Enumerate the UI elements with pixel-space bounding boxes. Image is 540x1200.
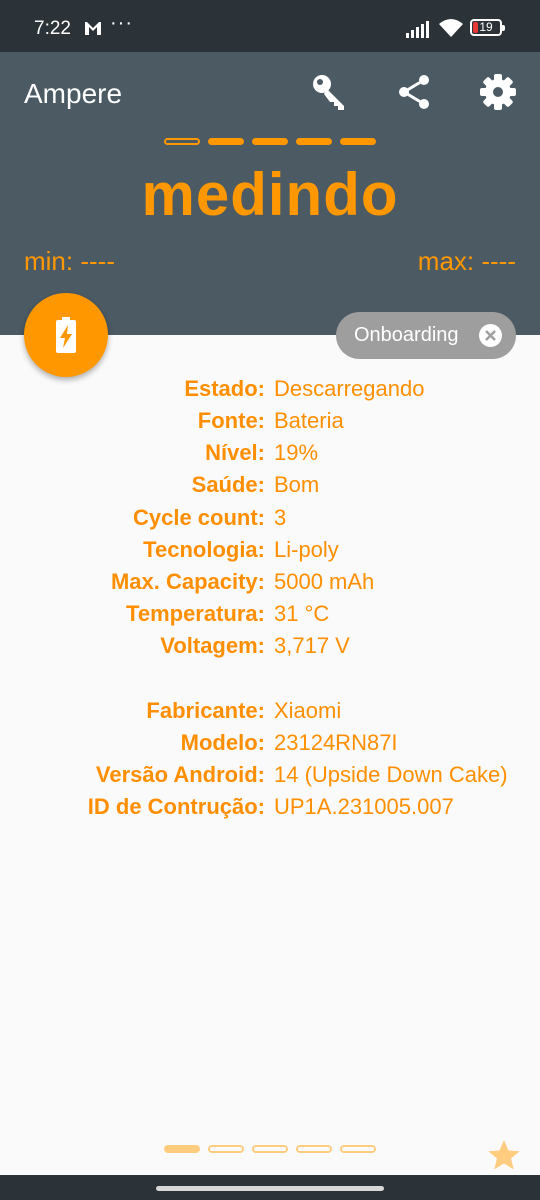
info-label: Tecnologia:	[143, 537, 265, 562]
page-dot[interactable]	[252, 1145, 288, 1153]
info-label: Saúde:	[191, 472, 265, 497]
progress-dash	[296, 138, 332, 145]
info-value: 14 (Upside Down Cake)	[274, 762, 508, 787]
info-row-build-id: ID de Contrução: UP1A.231005.007	[0, 794, 540, 826]
info-row-technology: Tecnologia: Li-poly	[0, 537, 540, 569]
battery-status-icon: 19	[470, 19, 505, 36]
info-row-voltage: Voltagem: 3,717 V	[0, 633, 540, 665]
max-reading: max: ----	[417, 246, 516, 276]
info-label: Voltagem:	[160, 633, 265, 658]
star-icon[interactable]	[487, 1138, 521, 1172]
info-row-model: Modelo: 23124RN87I	[0, 730, 540, 762]
info-label: Nível:	[205, 440, 265, 465]
info-label: Max. Capacity:	[110, 569, 265, 594]
app-header: Ampere medindo min: ---- max: ----	[0, 52, 540, 335]
key-icon[interactable]	[310, 72, 350, 112]
info-label: Temperatura:	[126, 601, 265, 626]
signal-icon	[406, 21, 429, 38]
page-dot-active[interactable]	[164, 1145, 200, 1153]
info-label: Fabricante:	[146, 698, 265, 723]
navigation-bar	[0, 1175, 540, 1200]
measuring-status: medindo	[141, 161, 399, 228]
onboarding-chip-label: Onboarding	[354, 324, 459, 346]
more-notifications-icon: ···	[110, 12, 133, 34]
progress-dash	[252, 138, 288, 145]
progress-dash	[208, 138, 244, 145]
info-value: 5000 mAh	[274, 569, 375, 594]
info-value: 23124RN87I	[274, 730, 398, 755]
info-value: Bateria	[274, 408, 344, 433]
info-label: Modelo:	[180, 730, 265, 755]
info-label: Cycle count:	[132, 505, 265, 530]
battery-status-level: 19	[479, 20, 493, 34]
page-dot[interactable]	[296, 1145, 332, 1153]
page-dot[interactable]	[208, 1145, 244, 1153]
info-label: Versão Android:	[95, 762, 265, 787]
gear-icon[interactable]	[478, 72, 518, 112]
info-row-source: Fonte: Bateria	[0, 408, 540, 440]
min-reading: min: ----	[24, 246, 115, 276]
battery-charging-icon	[56, 317, 76, 353]
status-bar: 7:22 ··· 19	[0, 0, 540, 52]
info-row-health: Saúde: Bom	[0, 472, 540, 504]
measurement-progress	[164, 138, 384, 148]
info-label: Fonte:	[197, 408, 265, 433]
page-indicator[interactable]	[164, 1145, 384, 1155]
info-label: ID de Contrução:	[87, 794, 265, 819]
info-row-manufacturer: Fabricante: Xiaomi	[0, 698, 540, 730]
info-value: Bom	[274, 472, 320, 497]
info-value: 3	[274, 505, 287, 530]
info-row-state: Estado: Descarregando	[0, 376, 540, 408]
progress-dash	[164, 138, 200, 145]
info-value: 19%	[274, 440, 319, 465]
battery-fab[interactable]	[24, 293, 108, 377]
onboarding-chip[interactable]: Onboarding	[336, 312, 516, 359]
info-row-level: Nível: 19%	[0, 440, 540, 472]
home-gesture-handle[interactable]	[156, 1186, 384, 1191]
close-icon[interactable]	[479, 324, 502, 347]
info-value: Xiaomi	[274, 698, 342, 723]
share-icon[interactable]	[394, 72, 434, 112]
page-dot[interactable]	[340, 1145, 376, 1153]
info-row-cycle-count: Cycle count: 3	[0, 505, 540, 537]
wifi-icon	[439, 19, 463, 37]
info-value: Descarregando	[274, 376, 425, 401]
info-value: 31 °C	[274, 601, 330, 626]
info-value: 3,717 V	[274, 633, 350, 658]
app-title: Ampere	[24, 78, 123, 109]
status-time: 7:22	[34, 18, 71, 39]
gmail-notification-icon	[85, 22, 101, 35]
info-value: Li-poly	[274, 537, 339, 562]
progress-dash	[340, 138, 376, 145]
info-label: Estado:	[184, 376, 265, 401]
info-row-capacity: Max. Capacity: 5000 mAh	[0, 569, 540, 601]
info-row-temperature: Temperatura: 31 °C	[0, 601, 540, 633]
info-row-android-version: Versão Android: 14 (Upside Down Cake)	[0, 762, 540, 794]
info-value: UP1A.231005.007	[274, 794, 454, 819]
